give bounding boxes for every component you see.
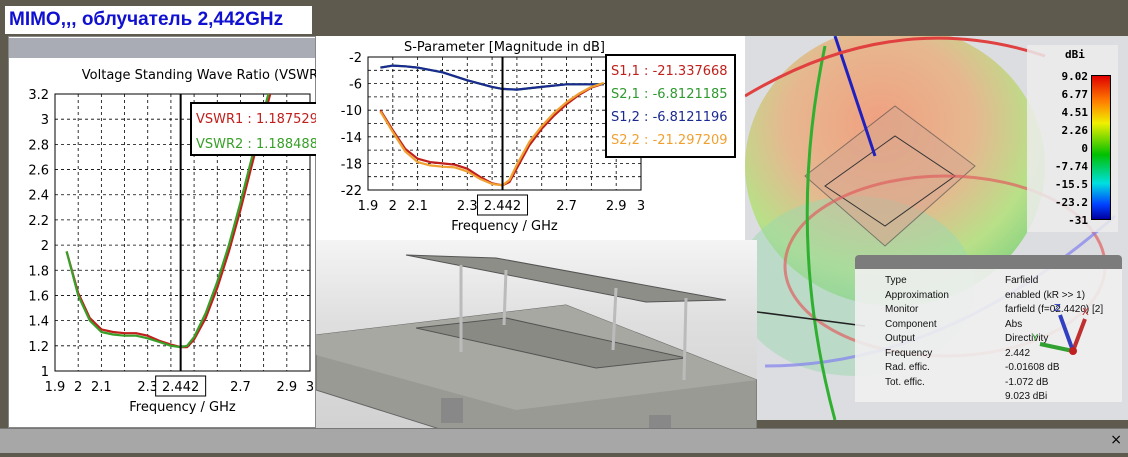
scale-tick-label: 9.02 [1061, 70, 1089, 83]
scale-tick-label: 6.77 [1061, 88, 1089, 101]
y-tick-label: 1.8 [28, 264, 49, 279]
color-scale-legend: dBi 9.02 6.77 4.51 2.26 0 -7.74 -15.5 -23.2 -31 [1027, 45, 1118, 232]
y-tick-label: -2 [349, 51, 362, 66]
y-tick-label: 3.2 [28, 88, 49, 103]
y-tick-label: -6 [349, 78, 362, 93]
x-tick-label: 2 [74, 380, 82, 395]
info-row: Output Directivity [885, 333, 1048, 346]
top-reflector [405, 254, 727, 303]
origin [1069, 347, 1077, 355]
z-axis-arrow [1058, 314, 1075, 352]
info-row: Approximation enabled (kR >> 1) [885, 289, 1085, 303]
info-label: Type [885, 275, 907, 286]
y-tick-label: -10 [341, 104, 362, 119]
marker-legend-entry: S1,2 : -6.8121196 [611, 110, 728, 125]
close-icon[interactable]: × [1110, 432, 1122, 448]
y-tick-label: 2.4 [28, 189, 49, 204]
marker-legend-entry: VSWR1 : 1.187529 [196, 112, 316, 127]
x-tick-label: 2.3 [137, 380, 158, 395]
scale-tick-label: -7.74 [1054, 160, 1088, 173]
y-tick-label: 2.2 [28, 214, 49, 229]
y-axis-arrow [1039, 342, 1074, 353]
scale-tick-label: -23.2 [1054, 196, 1088, 209]
info-row: Frequency 2.442 [885, 347, 1030, 361]
y-tick-label: 3 [41, 113, 49, 128]
info-label: Component [885, 318, 937, 330]
plot-frame [367, 56, 642, 191]
info-label: Tot. effic. [885, 376, 925, 388]
z-axis-label: Z [1054, 303, 1061, 314]
y-tick-label: 1.4 [28, 315, 49, 330]
x-tick-label: 1.9 [45, 380, 66, 395]
scale-unit: dBi [1065, 48, 1085, 61]
y-tick-label: 2 [41, 239, 49, 254]
info-value: -1.072 dB [1005, 376, 1049, 388]
info-value: Farfield [1005, 275, 1039, 286]
x-tick-label: 2.7 [230, 380, 251, 395]
x-axis-label: X [1082, 307, 1089, 318]
x-tick-label: 2.1 [91, 380, 112, 395]
y-tick-label: -18 [341, 157, 362, 172]
scale-tick-label: 4.51 [1061, 106, 1089, 119]
scale-tick-label: 2.26 [1061, 124, 1089, 137]
info-label: Approximation [885, 289, 949, 301]
x-tick-label: 2.9 [606, 199, 627, 214]
info-row: Tot. effic. -1.072 dB [885, 376, 1048, 390]
y-tick-label: 2.6 [28, 164, 49, 179]
cad-3d-view[interactable] [315, 240, 758, 454]
scale-tick-label: -15.5 [1054, 178, 1088, 191]
x-axis-label: Frequency / GHz [451, 219, 558, 234]
x-tick-label: 3 [306, 380, 314, 395]
marker-label: 2.442 [162, 380, 199, 395]
page-title: MIMO,,, облучатель 2,442GHz [5, 6, 312, 34]
y-tick-label: 1.2 [28, 340, 49, 355]
status-bar [0, 428, 1128, 453]
color-scale-bar [1091, 75, 1111, 220]
x-tick-label: 2.7 [556, 199, 577, 214]
marker-legend-entry: S2,1 : -6.8121185 [611, 87, 728, 102]
x-axis-arrow [1071, 318, 1087, 352]
x-tick-label: 1.9 [358, 199, 379, 214]
y-tick-label: 1 [41, 365, 49, 380]
info-label: Output [885, 333, 916, 344]
sparam-chart: S-Parameter [Magnitude in dB] -2 -6 -10 -14 -… [341, 40, 736, 234]
x-axis-label: Frequency / GHz [129, 400, 236, 415]
info-row: Component Abs [885, 318, 1022, 332]
x-tick-label: 2.9 [276, 380, 297, 395]
info-label: Frequency [885, 347, 933, 359]
farfield-info-box: Type Farfield Approximation enabled (kR >> … [855, 255, 1122, 402]
info-row: Monitor farfield (f=02.4420) [2] [885, 304, 1103, 317]
x-tick-label: 2.3 [457, 199, 478, 214]
series-line-s2-2 [379, 81, 605, 187]
x-tick-label: 2.1 [407, 199, 428, 214]
marker-legend-entry: S1,1 : -21.337668 [611, 64, 728, 79]
marker-legend-entry: S2,2 : -21.297209 [611, 133, 728, 148]
x-tick-label: 2 [389, 199, 397, 214]
info-row: Type Farfield [885, 275, 1038, 288]
chart-title: Voltage Standing Wave Ratio (VSWR) [82, 68, 316, 83]
y-tick-label: -14 [341, 131, 362, 146]
y-tick-label: 2.8 [28, 138, 49, 153]
info-label: Rad. effic. [885, 362, 930, 373]
scale-tick-label: 0 [1081, 142, 1088, 155]
chart-title: S-Parameter [Magnitude in dB] [404, 40, 605, 55]
info-value: 9.023 dBi [1005, 391, 1048, 402]
info-row: Rad. effic. -0.01608 dB [885, 362, 1060, 375]
marker-legend-entry: VSWR2 : 1.188488 [196, 137, 316, 152]
scale-tick-label: -31 [1068, 214, 1088, 227]
info-label: Monitor [885, 304, 919, 315]
connector [441, 398, 463, 423]
axes-triad-icon: X Y Z [1031, 303, 1089, 355]
marker-label: 2.442 [484, 199, 521, 214]
y-tick-label: 1.6 [28, 289, 49, 304]
vswr-chart: Voltage Standing Wave Ratio (VSWR) 3.2 3 2.… [28, 68, 316, 415]
y-tick-label: -22 [341, 184, 362, 199]
x-tick-label: 3 [637, 199, 645, 214]
y-axis-label: Y [1031, 333, 1039, 344]
antenna-model [315, 254, 758, 454]
